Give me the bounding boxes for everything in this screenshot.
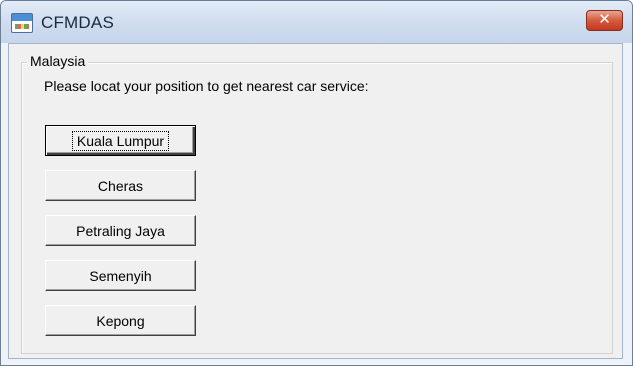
location-group-box: Malaysia Please locat your position to g… <box>21 53 613 354</box>
close-button[interactable]: ✕ <box>586 10 623 31</box>
semenyih-button[interactable]: Semenyih <box>45 260 196 291</box>
kuala-lumpur-button-label: Kuala Lumpur <box>71 130 170 151</box>
dialog-client-area: Malaysia Please locat your position to g… <box>8 43 623 359</box>
petraling-jaya-button[interactable]: Petraling Jaya <box>45 215 196 246</box>
instruction-text: Please locat your position to get neares… <box>44 78 369 94</box>
cheras-button-label: Cheras <box>97 177 144 194</box>
close-icon: ✕ <box>598 10 611 28</box>
semenyih-button-label: Semenyih <box>89 267 152 284</box>
group-box-label: Malaysia <box>27 53 89 69</box>
cheras-button[interactable]: Cheras <box>45 170 196 201</box>
window-title: CFMDAS <box>41 13 114 32</box>
app-icon[interactable] <box>11 13 33 33</box>
kepong-button[interactable]: Kepong <box>45 305 196 336</box>
app-window: CFMDAS ✕ Malaysia Please locat your posi… <box>0 0 633 366</box>
kuala-lumpur-button[interactable]: Kuala Lumpur <box>45 125 196 156</box>
title-bar[interactable]: CFMDAS ✕ <box>1 1 632 43</box>
kepong-button-label: Kepong <box>96 312 145 329</box>
petraling-jaya-button-label: Petraling Jaya <box>76 222 165 239</box>
